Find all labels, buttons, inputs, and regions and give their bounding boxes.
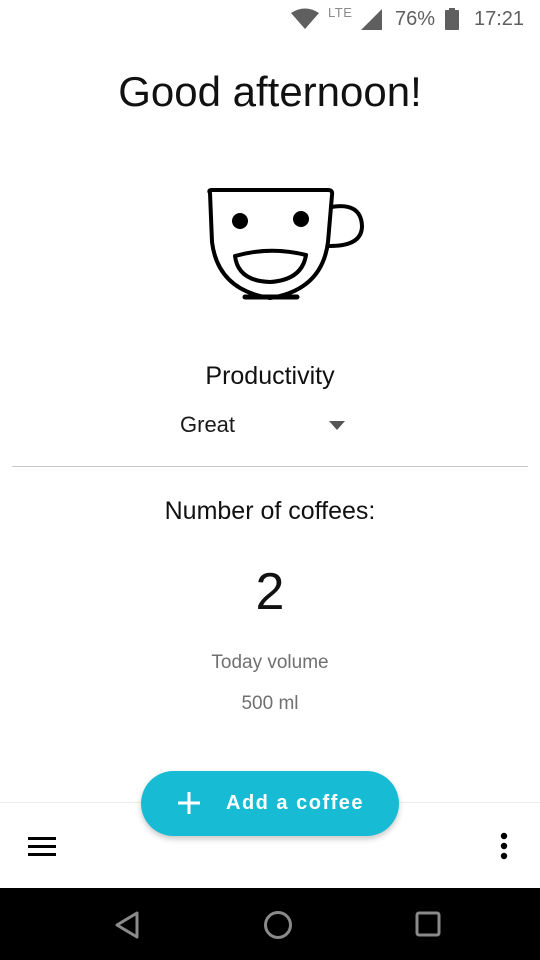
battery-icon — [445, 8, 459, 30]
battery-percent: 76% — [395, 8, 436, 30]
productivity-label: Productivity — [205, 362, 335, 390]
coffee-count-label: Number of coffees: — [164, 497, 376, 525]
cell-signal-icon — [361, 9, 382, 30]
hamburger-menu-icon[interactable] — [22, 833, 62, 863]
more-vert-icon[interactable] — [494, 831, 514, 865]
status-clock: 17:21 — [474, 8, 525, 30]
wifi-icon — [291, 8, 319, 29]
smiling-coffee-cup-icon — [207, 188, 365, 300]
today-volume-value: 500 ml — [241, 693, 299, 714]
add-coffee-label: Add a coffee — [226, 792, 365, 814]
today-volume-label: Today volume — [211, 652, 329, 673]
productivity-selected-value: Great — [180, 412, 236, 437]
plus-icon — [178, 792, 200, 814]
add-coffee-button[interactable]: Add a coffee — [141, 771, 399, 836]
divider — [12, 466, 528, 467]
status-bar: LTE 76% 17:21 — [0, 0, 540, 38]
productivity-dropdown[interactable]: Great — [166, 405, 356, 445]
home-icon[interactable] — [262, 909, 294, 941]
dropdown-arrow-icon — [329, 421, 345, 430]
greeting-title: Good afternoon! — [118, 68, 422, 115]
back-icon[interactable] — [112, 910, 142, 940]
coffee-count-value: 2 — [255, 563, 285, 621]
recents-icon[interactable] — [414, 910, 442, 938]
network-type-label: LTE — [328, 5, 353, 20]
system-navigation-bar — [0, 888, 540, 960]
